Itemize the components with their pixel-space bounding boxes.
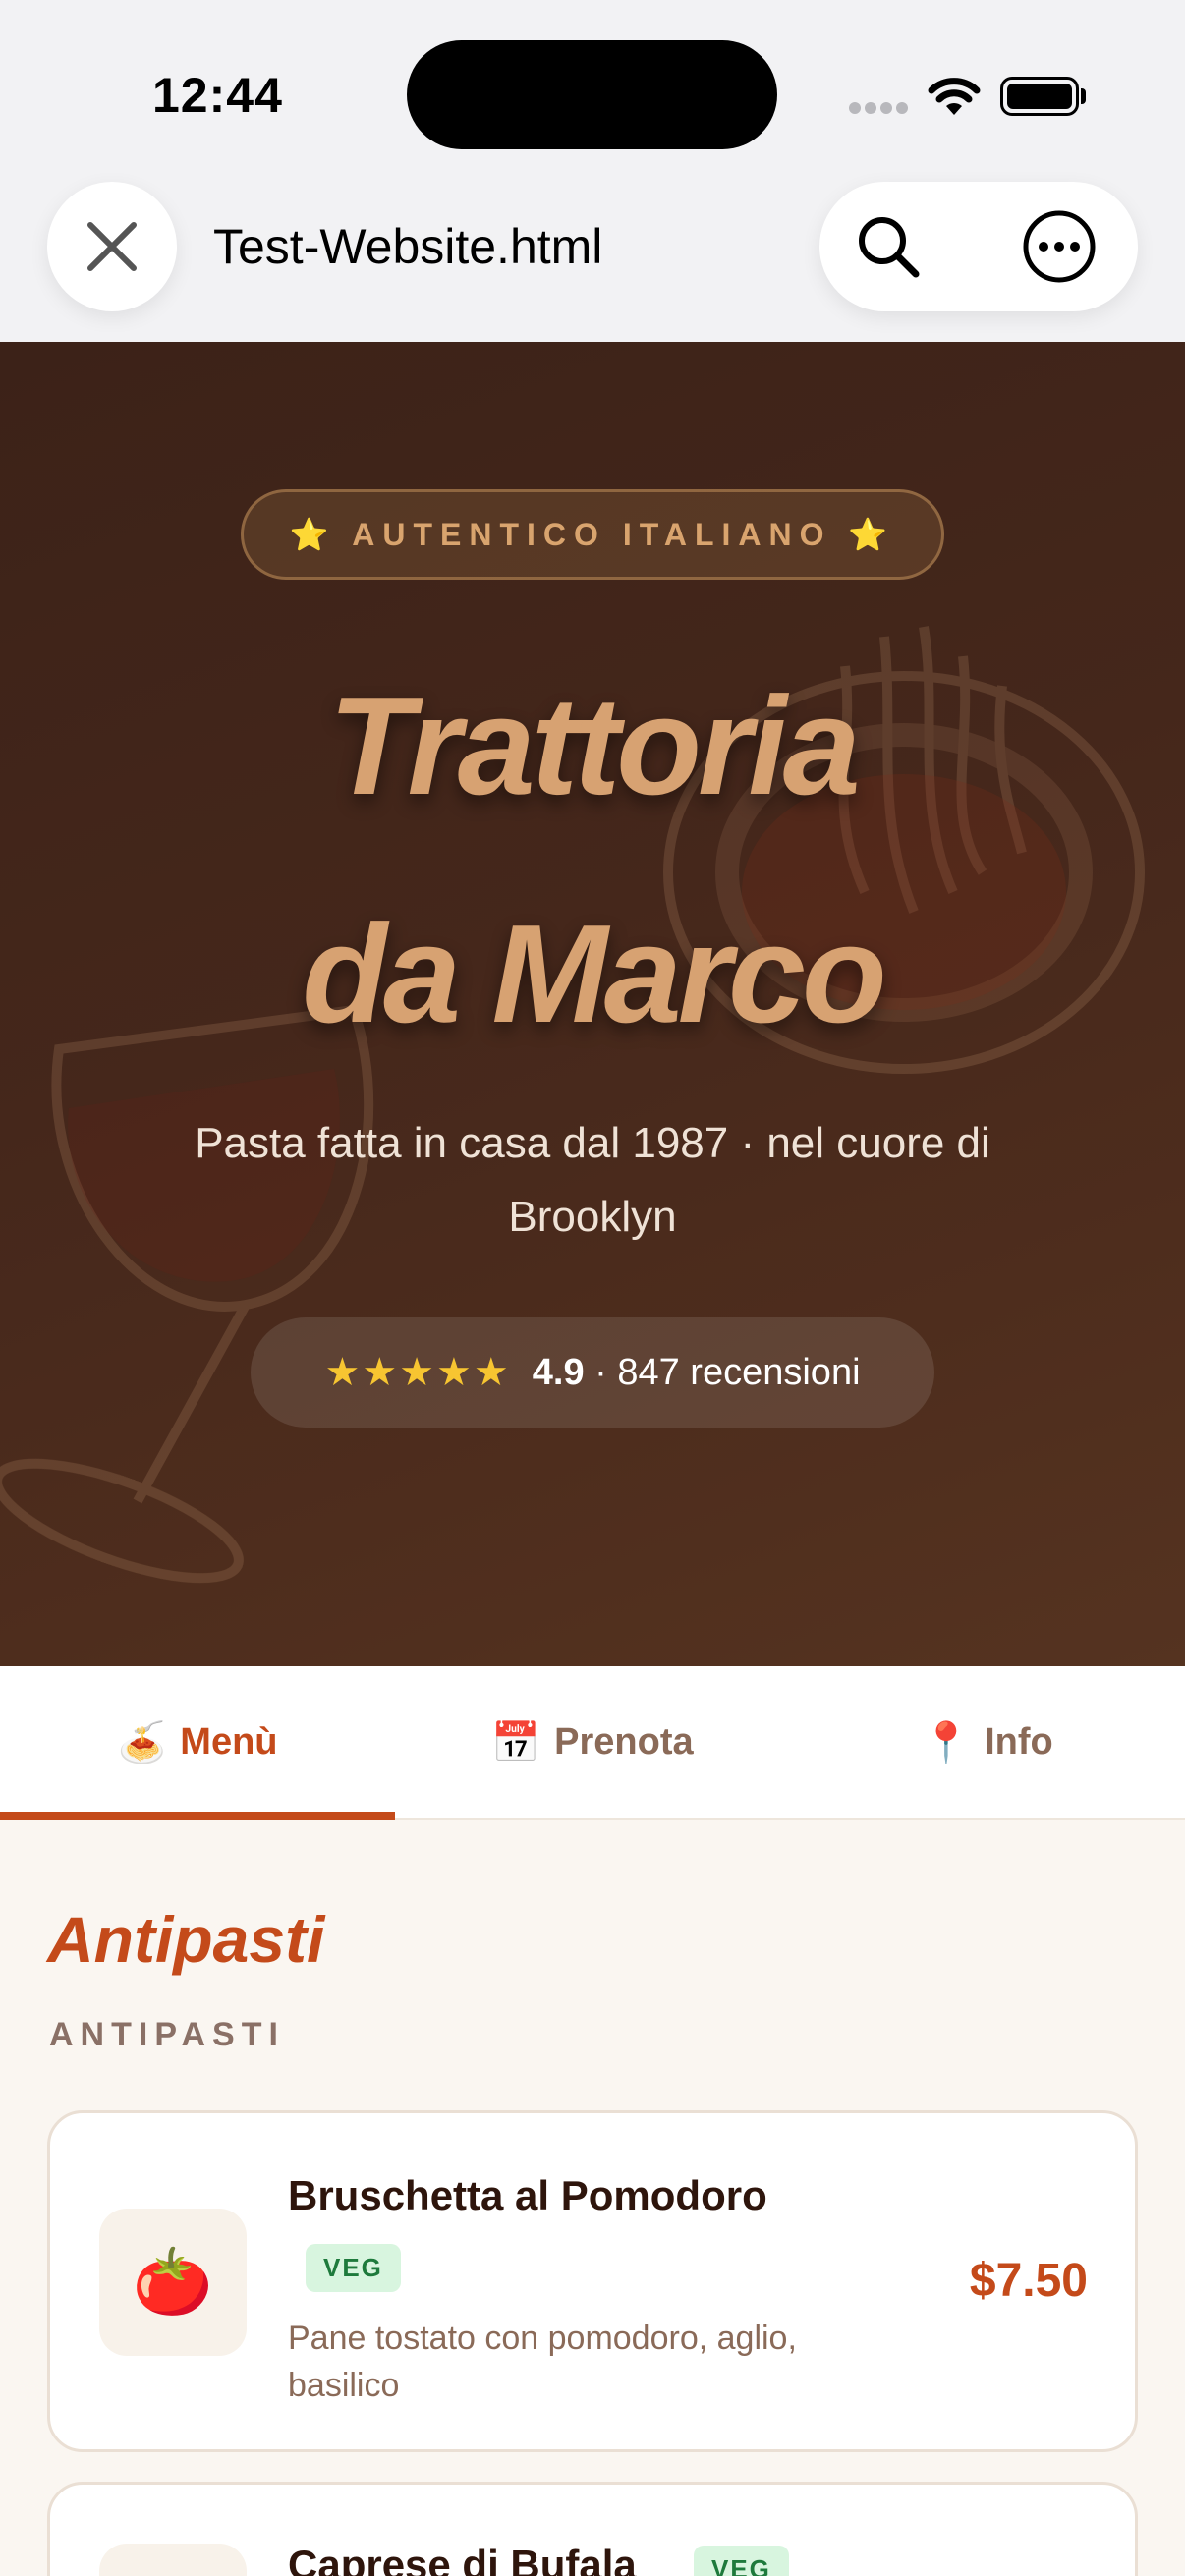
tab-label: Prenota (554, 1720, 694, 1763)
wifi-icon (928, 78, 981, 115)
dish-name: Bruschetta al Pomodoro (288, 2172, 767, 2218)
browser-toolbar: Test-Website.html (0, 177, 1185, 342)
status-bar: 12:44 (0, 0, 1185, 177)
toolbar-actions (819, 182, 1138, 311)
cheese-icon: 🧀 (99, 2544, 247, 2576)
veg-badge: VEG (306, 2244, 401, 2292)
section-tabs: 🍝 Menù 📅 Prenota 📍 Info (0, 1666, 1185, 1820)
section-title: Antipasti (47, 1903, 325, 1976)
close-button[interactable] (47, 182, 177, 311)
hero-title-line1: Trattoria (328, 668, 860, 824)
more-icon (1023, 210, 1096, 283)
tab-label: Info (985, 1720, 1053, 1763)
section-subtitle: ANTIPASTI (49, 2016, 285, 2053)
tomato-icon: 🍅 (99, 2209, 247, 2356)
tab-info[interactable]: 📍 Info (790, 1666, 1185, 1818)
dynamic-island (407, 40, 777, 149)
menu-item-card[interactable]: 🍅 Bruschetta al Pomodoro VEG Pane tostat… (47, 2110, 1138, 2452)
rating-pill: ★★★★★ 4.9 · 847 recensioni (251, 1317, 934, 1428)
pin-icon: 📍 (922, 1720, 972, 1764)
calendar-icon: 📅 (491, 1720, 541, 1764)
hero-section: ⭐ AUTENTICO ITALIANO ⭐ Trattoria da Marc… (0, 342, 1185, 1666)
rating-value: 4.9 (532, 1351, 585, 1393)
rating-count: · 847 recensioni (594, 1351, 861, 1393)
status-time: 12:44 (152, 68, 283, 123)
dish-price: $7.50 (969, 2255, 1088, 2307)
menu-item-card[interactable]: 🧀 Caprese di Bufala VEG (47, 2482, 1138, 2576)
rating-stars-icon: ★★★★★ (324, 1351, 511, 1394)
hero-title-line2: da Marco (302, 896, 886, 1052)
veg-badge: VEG (694, 2546, 789, 2576)
tab-prenota[interactable]: 📅 Prenota (395, 1666, 790, 1818)
hero-subtitle: Pasta fatta in casa dal 1987 · nel cuore… (195, 1119, 990, 1241)
hero-badge: ⭐ AUTENTICO ITALIANO ⭐ (241, 489, 944, 580)
tab-label: Menù (180, 1720, 278, 1763)
dish-description: Pane tostato con pomodoro, aglio, basili… (288, 2320, 797, 2404)
cellular-signal-icon (849, 102, 908, 114)
battery-icon (1000, 77, 1079, 116)
close-icon (87, 222, 137, 271)
pasta-icon: 🍝 (117, 1720, 167, 1764)
tab-menu[interactable]: 🍝 Menù (0, 1666, 395, 1820)
search-icon (859, 217, 920, 278)
search-button[interactable] (849, 207, 928, 286)
page-title: Test-Website.html (213, 219, 603, 274)
dish-name: Caprese di Bufala (288, 2542, 637, 2576)
more-options-button[interactable] (1020, 207, 1099, 286)
